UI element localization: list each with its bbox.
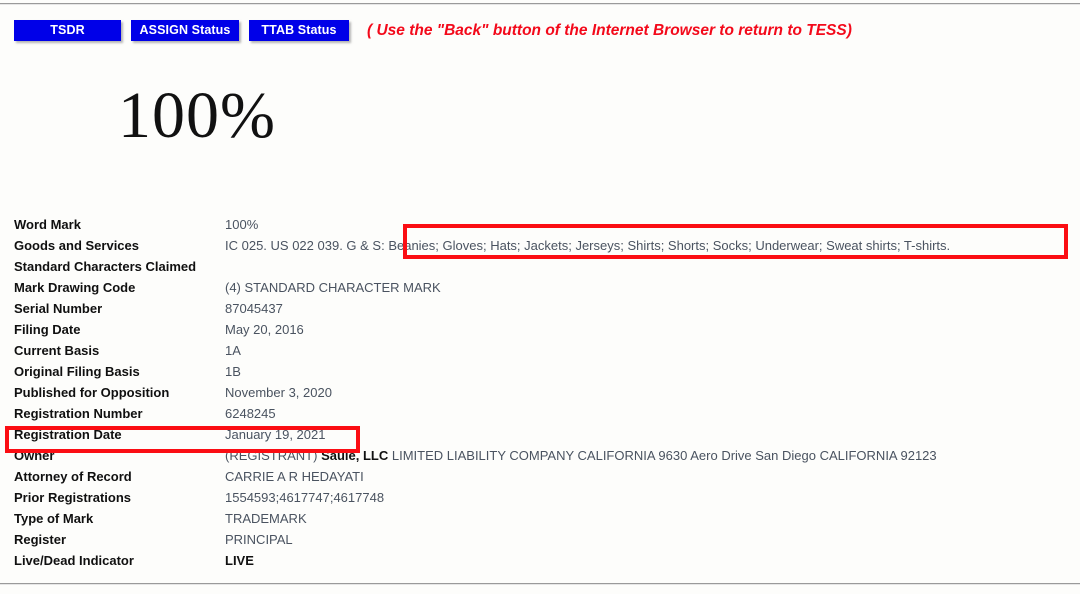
- field-label-prior-registrations: Prior Registrations: [14, 490, 132, 505]
- table-row: Filing Date May 20, 2016: [14, 319, 1070, 340]
- table-row: Word Mark 100%: [14, 214, 1070, 235]
- table-row: Registration Date January 19, 2021: [14, 424, 1070, 445]
- field-value-registration-date: January 19, 2021: [225, 427, 326, 442]
- field-value-published-for-opposition: November 3, 2020: [225, 385, 332, 400]
- field-label-register: Register: [14, 532, 67, 547]
- field-label-filing-date: Filing Date: [14, 322, 81, 337]
- status-button-bar: TSDR ASSIGN Status TTAB Status ( Use the…: [14, 20, 852, 44]
- field-label-published-for-opposition: Published for Opposition: [14, 385, 170, 400]
- assign-status-button[interactable]: ASSIGN Status: [131, 20, 239, 41]
- field-value-original-filing-basis: 1B: [225, 364, 241, 379]
- field-label-live-dead-indicator: Live/Dead Indicator: [14, 553, 134, 568]
- table-row: Serial Number 87045437: [14, 298, 1070, 319]
- table-row: Mark Drawing Code (4) STANDARD CHARACTER…: [14, 277, 1070, 298]
- tess-record-page: TSDR ASSIGN Status TTAB Status ( Use the…: [0, 0, 1080, 594]
- field-value-standard-characters-claimed: [225, 256, 1070, 277]
- record-table-body: Word Mark 100% Goods and Services IC 025…: [14, 214, 1070, 571]
- table-row: Prior Registrations 1554593;4617747;4617…: [14, 487, 1070, 508]
- table-row: Registration Number 6248245: [14, 403, 1070, 424]
- back-instruction-note: ( Use the "Back" button of the Internet …: [367, 22, 852, 39]
- field-value-filing-date: May 20, 2016: [225, 322, 304, 337]
- table-row: Register PRINCIPAL: [14, 529, 1070, 550]
- ttab-status-button[interactable]: TTAB Status: [249, 20, 349, 41]
- table-row: Standard Characters Claimed: [14, 256, 1070, 277]
- table-row: Attorney of Record CARRIE A R HEDAYATI: [14, 466, 1070, 487]
- field-label-current-basis: Current Basis: [14, 343, 100, 358]
- field-value-mark-drawing-code: (4) STANDARD CHARACTER MARK: [225, 280, 441, 295]
- field-value-registration-number: 6248245: [225, 406, 276, 421]
- owner-prefix: (REGISTRANT): [225, 448, 322, 463]
- table-row: Live/Dead Indicator LIVE: [14, 550, 1070, 571]
- field-value-attorney-of-record: CARRIE A R HEDAYATI: [225, 469, 364, 484]
- field-label-owner: Owner: [14, 448, 55, 463]
- field-label-registration-number: Registration Number: [14, 406, 143, 421]
- field-value-owner: (REGISTRANT) Saule, LLC LIMITED LIABILIT…: [225, 445, 1070, 466]
- field-label-original-filing-basis: Original Filing Basis: [14, 364, 140, 379]
- bottom-divider: [0, 583, 1080, 585]
- field-value-goods-and-services: IC 025. US 022 039. G & S: Beanies; Glov…: [225, 238, 951, 253]
- field-value-current-basis: 1A: [225, 343, 241, 358]
- owner-entity-name: Saule, LLC: [321, 448, 389, 463]
- tsdr-button[interactable]: TSDR: [14, 20, 121, 41]
- owner-suffix: LIMITED LIABILITY COMPANY CALIFORNIA 963…: [388, 448, 937, 463]
- field-value-prior-registrations: 1554593;4617747;4617748: [225, 490, 385, 505]
- table-row: Original Filing Basis 1B: [14, 361, 1070, 382]
- field-value-word-mark: 100%: [225, 217, 259, 232]
- top-divider: [0, 3, 1080, 5]
- field-label-registration-date: Registration Date: [14, 427, 122, 442]
- field-label-serial-number: Serial Number: [14, 301, 103, 316]
- field-label-standard-characters-claimed: Standard Characters Claimed: [14, 259, 197, 274]
- field-label-attorney-of-record: Attorney of Record: [14, 469, 132, 484]
- table-row: Published for Opposition November 3, 202…: [14, 382, 1070, 403]
- field-label-mark-drawing-code: Mark Drawing Code: [14, 280, 136, 295]
- table-row: Owner (REGISTRANT) Saule, LLC LIMITED LI…: [14, 445, 1070, 466]
- mark-drawing-image: 100%: [118, 79, 276, 152]
- table-row: Type of Mark TRADEMARK: [14, 508, 1070, 529]
- field-value-serial-number: 87045437: [225, 301, 283, 316]
- table-row: Goods and Services IC 025. US 022 039. G…: [14, 235, 1070, 256]
- field-value-type-of-mark: TRADEMARK: [225, 511, 307, 526]
- trademark-record-table: Word Mark 100% Goods and Services IC 025…: [14, 214, 1070, 571]
- status-badge: LIVE: [225, 553, 254, 568]
- field-label-type-of-mark: Type of Mark: [14, 511, 94, 526]
- field-value-register: PRINCIPAL: [225, 532, 293, 547]
- field-label-goods-and-services: Goods and Services: [14, 238, 139, 253]
- field-label-word-mark: Word Mark: [14, 217, 81, 232]
- table-row: Current Basis 1A: [14, 340, 1070, 361]
